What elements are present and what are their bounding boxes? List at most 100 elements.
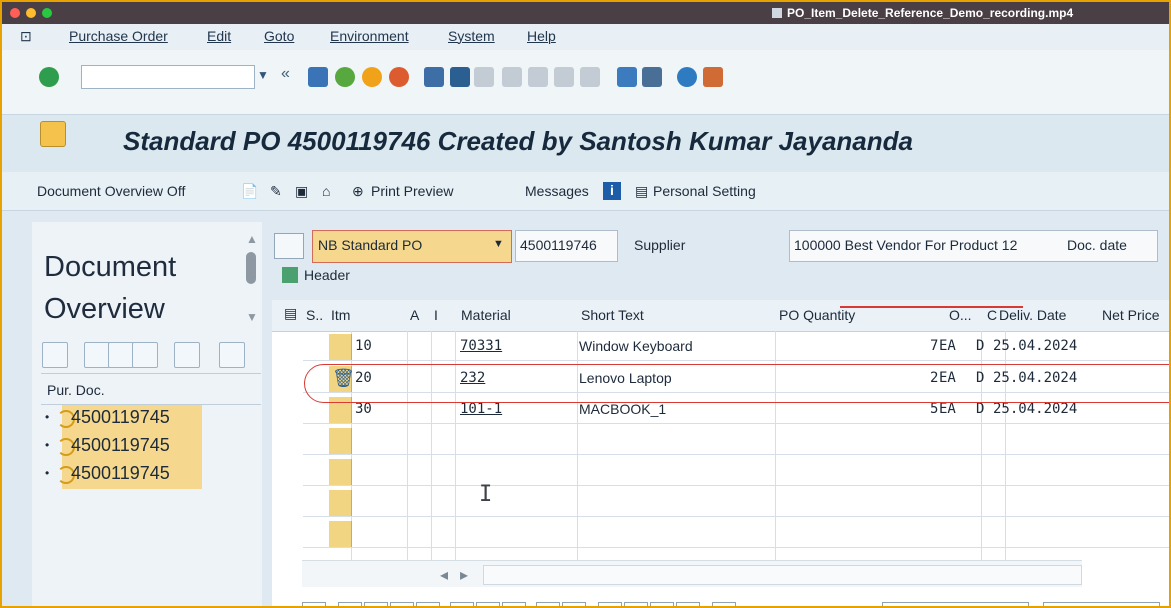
scroll-left-icon[interactable]: ◂ [440, 565, 448, 585]
selection-variant-icon[interactable] [42, 342, 68, 368]
next-page-icon[interactable] [554, 67, 574, 87]
table-row[interactable] [303, 521, 1169, 548]
document-overview-button[interactable]: Document Overview Off [37, 183, 185, 199]
copy-icon[interactable] [84, 342, 110, 368]
tree-icon[interactable] [219, 342, 245, 368]
find-next-icon[interactable] [474, 67, 494, 87]
table-action-icon[interactable] [416, 602, 440, 606]
exit-icon[interactable] [362, 67, 382, 87]
po-number-field[interactable]: 4500119746 [515, 230, 618, 262]
table-action-icon[interactable] [712, 602, 736, 606]
enter-check-icon[interactable] [39, 67, 59, 87]
column-header[interactable]: PO Quantity [779, 307, 855, 323]
first-page-icon[interactable] [502, 67, 522, 87]
shopping-cart-icon[interactable] [274, 233, 304, 259]
layout-icon[interactable] [174, 342, 200, 368]
order-type-select[interactable]: NB Standard PO ▼ [312, 230, 512, 263]
menu-goto[interactable]: Goto [264, 28, 294, 44]
horizontal-scrollbar[interactable]: ◂ ▸ [302, 560, 1082, 587]
column-header[interactable]: A [410, 307, 419, 323]
tree-item[interactable]: • 4500119745 [44, 461, 254, 489]
print-preview-icon[interactable]: ⊕ [352, 183, 364, 200]
column-header[interactable]: C [987, 307, 997, 323]
print-icon[interactable] [424, 67, 444, 87]
table-action-icon[interactable] [502, 602, 526, 606]
cancel-icon[interactable] [389, 67, 409, 87]
header-expander[interactable]: Header [282, 267, 350, 283]
messages-button[interactable]: Messages [525, 183, 589, 199]
other-document-icon[interactable]: ▣ [295, 183, 308, 200]
column-header[interactable]: Itm [331, 307, 350, 323]
info-icon[interactable]: i [603, 182, 621, 200]
scroll-down-icon[interactable]: ▼ [246, 310, 258, 324]
minimize-window-icon[interactable] [26, 8, 36, 18]
scroll-up-icon[interactable]: ▲ [246, 232, 258, 246]
table-row[interactable]: 10 70331 Window Keyboard 7 EA D 25.04.20… [303, 334, 1169, 361]
menu-purchase-order[interactable]: Purchase Order [69, 28, 168, 44]
command-field[interactable] [81, 65, 255, 89]
save-icon[interactable] [308, 67, 328, 87]
change-display-icon[interactable]: ✎ [270, 183, 282, 200]
layout-menu-icon[interactable] [703, 67, 723, 87]
table-action-icon[interactable] [676, 602, 700, 606]
close-window-icon[interactable] [10, 8, 20, 18]
last-page-icon[interactable] [580, 67, 600, 87]
menu-help[interactable]: Help [527, 28, 556, 44]
refresh-icon[interactable] [108, 342, 134, 368]
back-icon[interactable] [335, 67, 355, 87]
dropdown-icon[interactable]: ▼ [493, 238, 504, 250]
table-action-icon[interactable] [450, 602, 474, 606]
tree-item[interactable]: • 4500119745 [44, 405, 254, 433]
scroll-right-icon[interactable]: ▸ [460, 565, 468, 585]
table-row[interactable] [303, 459, 1169, 486]
table-action-icon[interactable] [598, 602, 622, 606]
table-action-icon[interactable] [650, 602, 674, 606]
previous-page-icon[interactable] [528, 67, 548, 87]
table-action-icon[interactable] [302, 602, 326, 606]
column-header[interactable]: Short Text [581, 307, 644, 323]
command-dropdown-icon[interactable]: ▼ [257, 68, 269, 82]
menu-environment[interactable]: Environment [330, 28, 409, 44]
table-action-icon[interactable] [562, 602, 586, 606]
personal-setting-button[interactable]: Personal Setting [653, 183, 756, 199]
search-icon[interactable] [132, 342, 158, 368]
table-row[interactable] [303, 490, 1169, 517]
delete-trash-icon[interactable]: 🗑 [332, 368, 355, 389]
create-document-icon[interactable]: 📄 [241, 183, 258, 200]
table-action-field[interactable] [882, 602, 1029, 606]
table-action-icon[interactable] [476, 602, 500, 606]
menu-edit[interactable]: Edit [207, 28, 231, 44]
table-row[interactable]: 30 101-1 MACBOOK_1 5 EA D 25.04.2024 [303, 397, 1169, 424]
find-icon[interactable] [450, 67, 470, 87]
table-action-field[interactable] [1043, 602, 1160, 606]
table-action-icon[interactable] [364, 602, 388, 606]
scroll-track[interactable] [483, 565, 1082, 585]
print-preview-button[interactable]: Print Preview [371, 183, 453, 199]
table-action-icon[interactable] [536, 602, 560, 606]
column-header[interactable]: Material [461, 307, 511, 323]
menu-system[interactable]: System [448, 28, 495, 44]
column-header[interactable]: Deliv. Date [999, 307, 1066, 323]
column-header[interactable]: I [434, 307, 438, 323]
history-back-icon[interactable]: « [281, 65, 290, 83]
column-header[interactable]: O... [949, 307, 972, 323]
personal-setting-icon[interactable]: ▤ [635, 183, 648, 200]
help-icon[interactable] [677, 67, 697, 87]
column-header[interactable]: Net Price [1102, 307, 1160, 323]
create-session-icon[interactable] [617, 67, 637, 87]
maximize-window-icon[interactable] [42, 8, 52, 18]
table-action-icon[interactable] [390, 602, 414, 606]
hold-icon[interactable]: ⌂ [322, 183, 330, 199]
table-config-icon[interactable]: ▤ [284, 305, 297, 322]
header-expand-icon[interactable] [282, 267, 298, 283]
row-selector[interactable] [329, 334, 352, 360]
table-row[interactable]: 🗑 20 232 Lenovo Laptop 2 EA D 25.04.2024 [303, 366, 1169, 393]
overview-scroll-thumb[interactable] [246, 252, 256, 284]
menu-app-icon[interactable]: ⊡ [20, 28, 32, 45]
row-selector[interactable] [329, 397, 352, 423]
tree-item[interactable]: • 4500119745 [44, 433, 254, 461]
column-header[interactable]: S.. [306, 307, 323, 323]
document-status-icon[interactable] [40, 121, 66, 147]
shortcut-icon[interactable] [642, 67, 662, 87]
table-row[interactable] [303, 428, 1169, 455]
